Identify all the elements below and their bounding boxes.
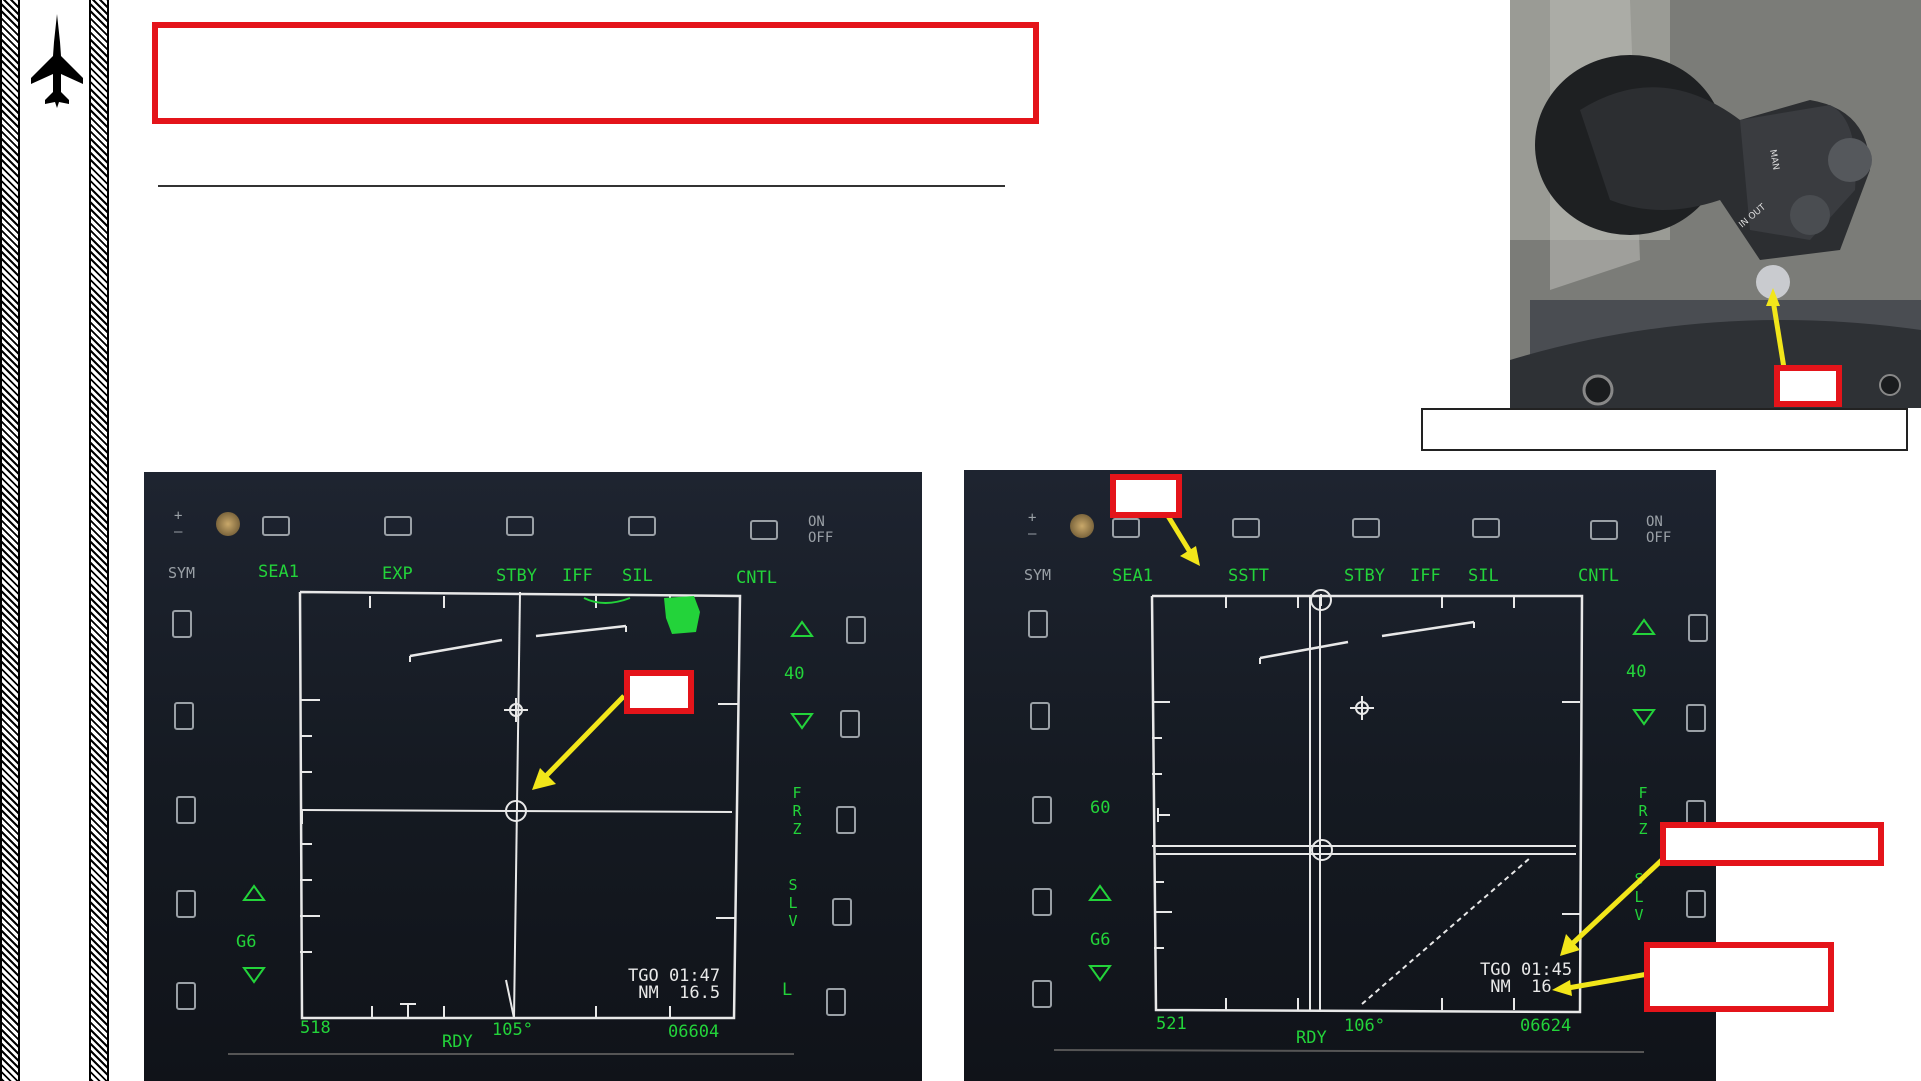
right-mfd-bottom-rdy: RDY: [1296, 1028, 1327, 1048]
right-hatch-bar: [89, 0, 109, 1081]
left-mfd-callout-box: [624, 670, 694, 714]
right-mfd-range-down-icon: [1632, 709, 1656, 726]
right-mfd-tgo-readout: TGO 01:45 NM 16: [1480, 960, 1573, 997]
right-mfd-range-up-icon: [1632, 618, 1656, 635]
right-mfd-gain-down-icon: [1088, 965, 1112, 982]
fighter-jet-silhouette-icon: [25, 12, 89, 112]
right-mfd-radar-scope: [1053, 589, 1656, 1053]
throttle-grip-photo: IN OUT MAN: [1510, 0, 1921, 408]
left-mfd-bottom-left-value: 518: [300, 1018, 331, 1038]
left-mfd-gain-down-icon: [242, 967, 266, 984]
left-mfd-gain-up-icon: [242, 884, 266, 901]
left-mfd-range-up-icon: [790, 620, 814, 637]
right-mfd-sstt-callout-box: [1110, 474, 1182, 518]
left-mfd-bottom-heading: 105°: [492, 1020, 533, 1040]
throttle-grip-photo-icon: IN OUT MAN: [1510, 0, 1921, 408]
left-mfd-tgo-readout: TGO 01:47 NM 16.5: [628, 966, 721, 1003]
right-mfd-gain-up-icon: [1088, 884, 1112, 901]
right-mfd-nm-callout-box: [1644, 942, 1834, 1012]
right-mfd-bottom-right-value: 06624: [1520, 1016, 1572, 1036]
left-mfd-radar-scope: [228, 590, 814, 1055]
title-underline: [158, 185, 1005, 187]
left-mfd-display: + – SEA1 EXP STBY IFF SIL CNTL SYM 40 G6 …: [144, 472, 922, 1081]
photo-label-box: [1774, 365, 1842, 407]
photo-caption-box: [1421, 408, 1908, 451]
left-hatch-bar: [0, 0, 20, 1081]
left-mfd-bottom-right-value: 06604: [668, 1022, 720, 1042]
right-mfd-bottom-left-value: 521: [1156, 1014, 1187, 1034]
left-mfd-range-down-icon: [790, 713, 814, 730]
left-mfd-bottom-rdy: RDY: [442, 1032, 473, 1052]
right-mfd-bottom-heading: 106°: [1344, 1016, 1385, 1036]
title-callout-box: [152, 22, 1039, 124]
right-mfd-display: + – SEA1 SSTT STBY IFF SIL CNTL SYM 40 60…: [964, 470, 1716, 1081]
right-mfd-tgo-callout-box: [1660, 822, 1884, 866]
